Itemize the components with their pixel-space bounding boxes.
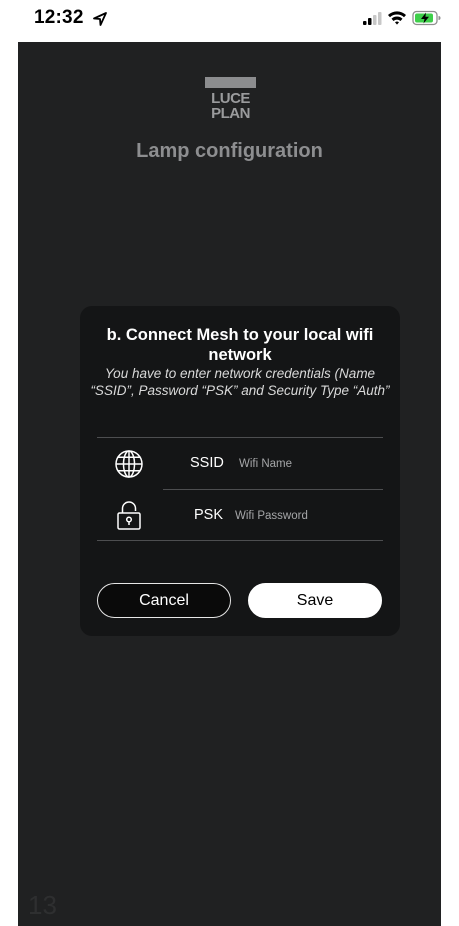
lock-icon	[117, 501, 141, 530]
logo-bar	[205, 77, 256, 88]
luceplan-logo: LUCE PLAN	[205, 77, 256, 123]
cellular-signal-icon	[363, 12, 382, 25]
page-title: Lamp configuration	[136, 140, 323, 162]
divider-middle	[163, 489, 383, 490]
ssid-input[interactable]	[239, 456, 379, 472]
globe-icon	[115, 450, 143, 478]
logo-line-1: LUCE	[211, 90, 250, 107]
cancel-button[interactable]: Cancel	[97, 583, 231, 618]
battery-charging-icon	[412, 10, 441, 26]
status-bar: 12:32	[0, 0, 459, 40]
status-time: 12:32	[34, 7, 84, 28]
page-number: 13	[28, 890, 57, 920]
divider-bottom	[97, 540, 383, 541]
dialog-title: b. Connect Mesh to your local wifi netwo…	[106, 326, 374, 364]
save-button[interactable]: Save	[248, 583, 382, 618]
location-arrow-icon	[93, 12, 107, 26]
dialog-description: You have to enter network credentials (N…	[90, 366, 390, 398]
ssid-label: SSID	[190, 455, 224, 471]
logo-line-2: PLAN	[211, 105, 250, 122]
psk-input[interactable]	[235, 508, 379, 524]
wifi-icon	[388, 11, 406, 25]
app-screen: LUCE PLAN Lamp configuration b. Connect …	[18, 42, 441, 926]
divider-top	[97, 437, 383, 438]
wifi-config-dialog: b. Connect Mesh to your local wifi netwo…	[80, 306, 400, 636]
psk-label: PSK	[194, 507, 224, 523]
